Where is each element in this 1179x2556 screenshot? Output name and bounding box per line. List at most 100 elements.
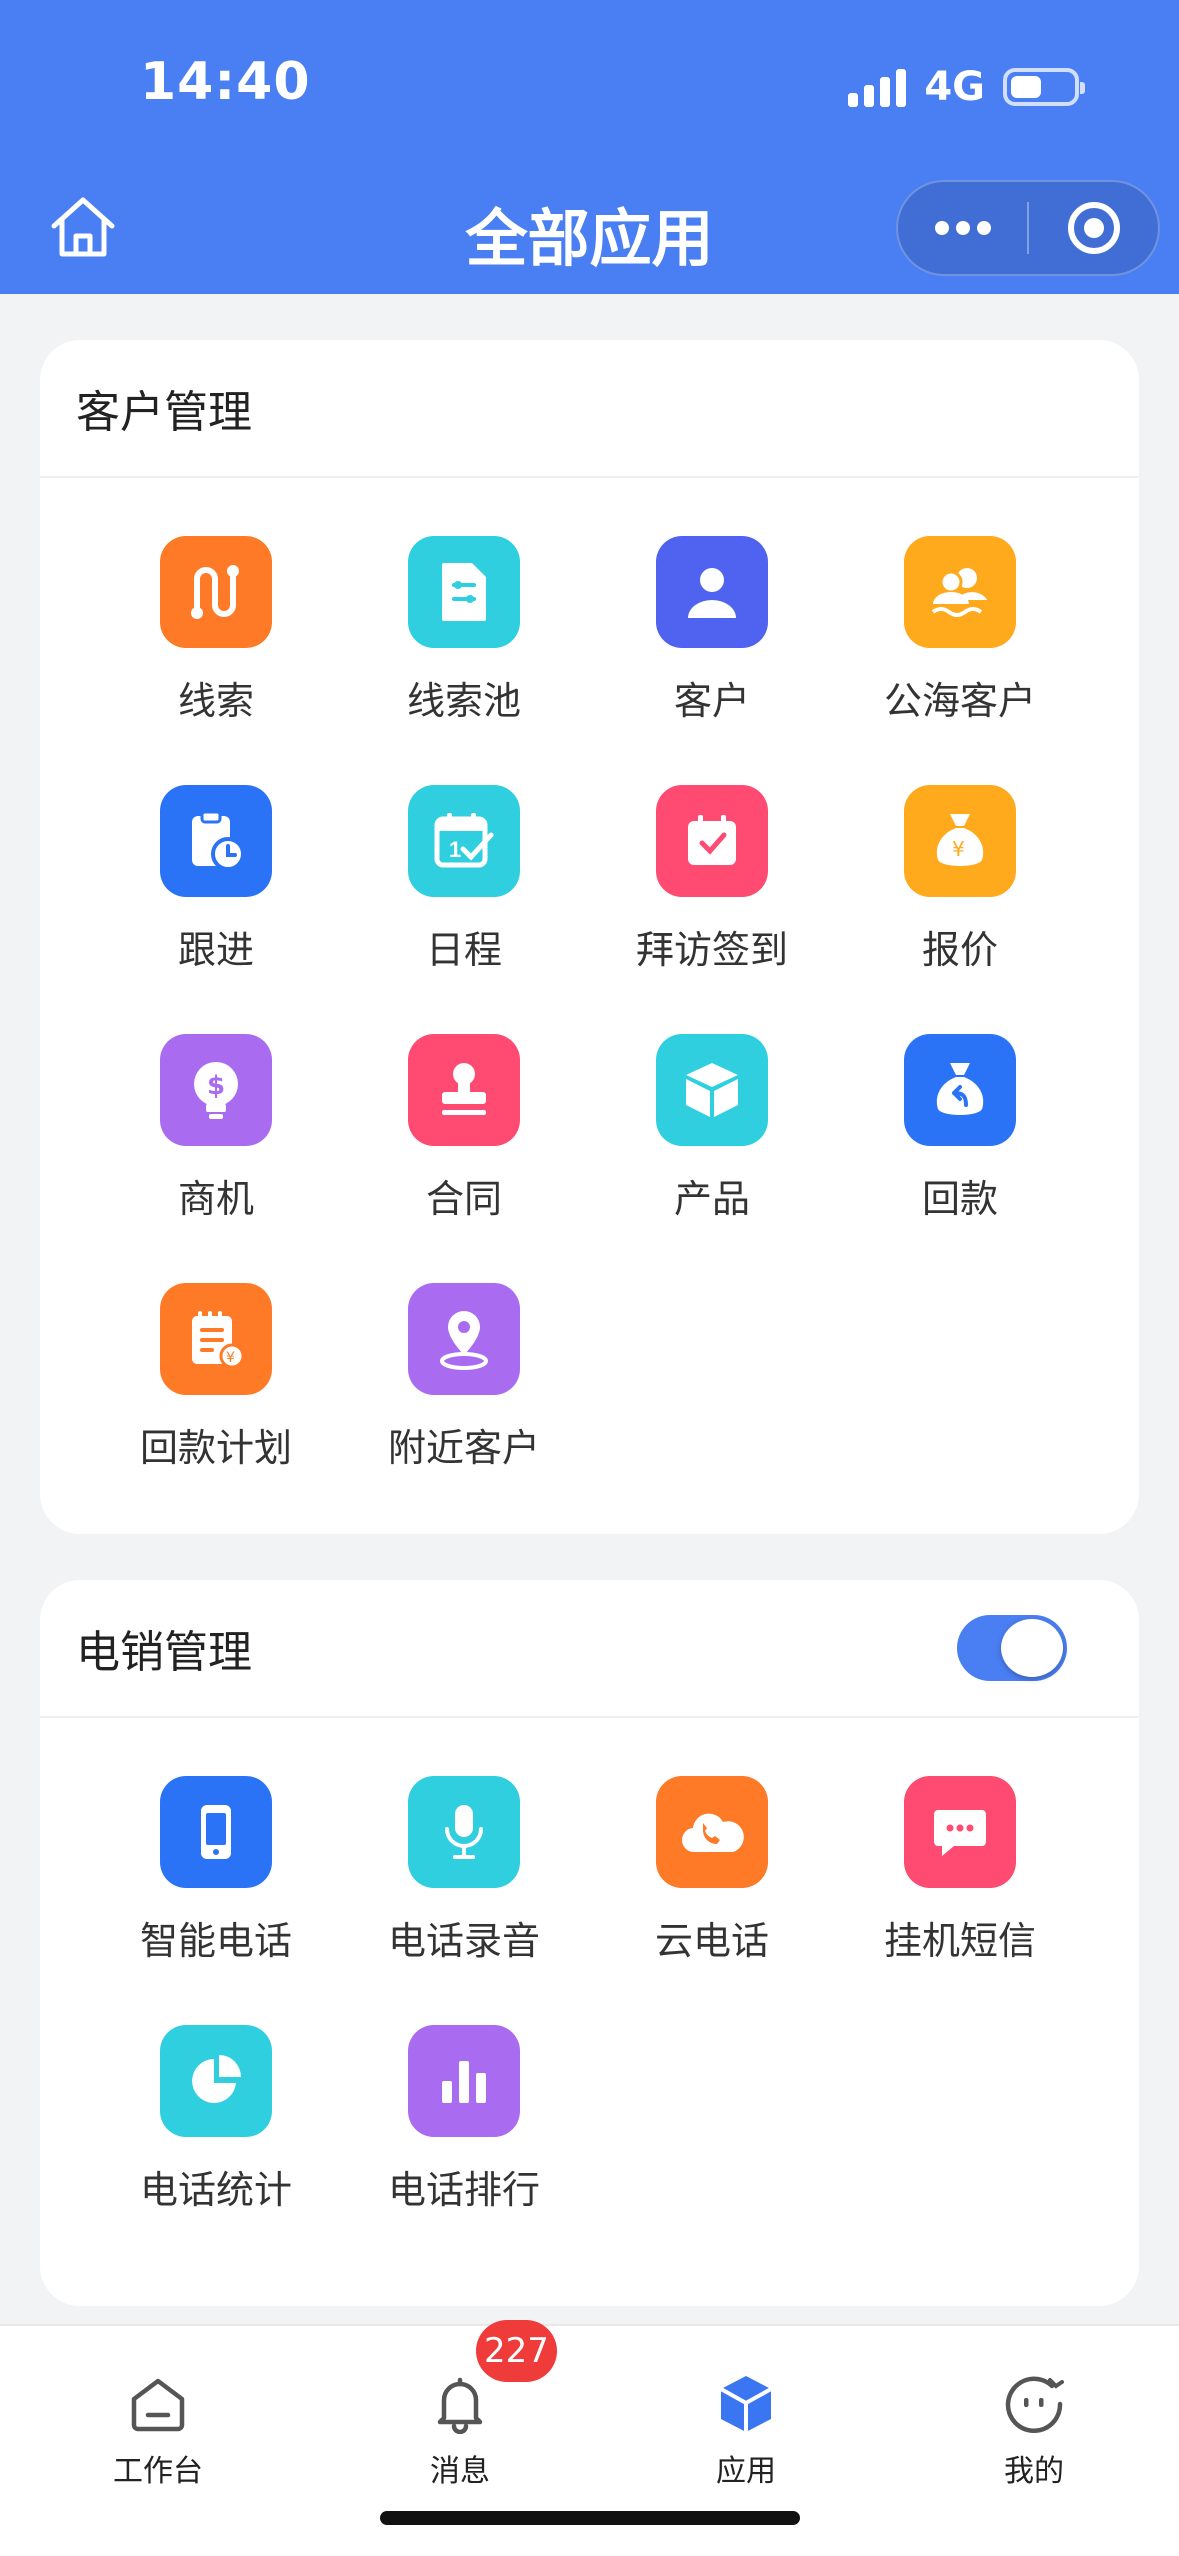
tab-me[interactable]: 我的 [934, 2372, 1134, 2490]
box-icon [656, 1034, 768, 1146]
bell-icon [428, 2372, 492, 2436]
bar-chart-icon [408, 2025, 520, 2137]
app-label: 跟进 [177, 928, 254, 972]
message-count-badge: 227 [476, 2320, 557, 2382]
people-wave-icon [904, 536, 1016, 648]
smile-face-icon [1002, 2372, 1066, 2436]
app-label: 云电话 [654, 1919, 769, 1963]
target-icon [1067, 202, 1120, 254]
app-item-schedule[interactable]: 1 日程 [340, 785, 588, 1034]
app-label: 产品 [673, 1177, 750, 1221]
mini-program-capsule [896, 180, 1160, 276]
app-item-customers[interactable]: 客户 [588, 536, 836, 785]
app-label: 商机 [177, 1177, 254, 1221]
document-settings-icon [408, 536, 520, 648]
app-label: 回款计划 [139, 1426, 292, 1470]
app-item-payment-plan[interactable]: ¥ 回款计划 [92, 1283, 340, 1532]
app-label: 电话排行 [387, 2168, 540, 2212]
app-item-lead-pool[interactable]: 线索池 [340, 536, 588, 785]
svg-text:¥: ¥ [226, 1350, 235, 1366]
money-bag-return-icon [904, 1034, 1016, 1146]
toggle-knob [1001, 1619, 1063, 1677]
calendar-check-icon: 1 [408, 785, 520, 897]
stamp-icon [408, 1034, 520, 1146]
telesales-toggle[interactable] [957, 1615, 1067, 1681]
tab-apps[interactable]: 应用 [646, 2372, 846, 2490]
clipboard-clock-icon [160, 785, 272, 897]
section-title: 客户管理 [76, 387, 252, 438]
tab-label: 消息 [430, 2454, 490, 2489]
app-label: 客户 [673, 679, 750, 723]
more-dots-icon [934, 221, 991, 235]
app-label: 电话录音 [387, 1919, 540, 1963]
app-item-contract[interactable]: 合同 [340, 1034, 588, 1283]
app-grid: 智能电话 电话录音 云电话 挂机短信 电话统计 电话排行 [40, 1718, 1139, 2274]
telesales-management-card: 电销管理 智能电话 电话录音 云电话 挂机短信 电话统计 电话排行 [40, 1580, 1139, 2306]
app-item-visit-checkin[interactable]: 拜访签到 [588, 785, 836, 1034]
app-grid: 线索 线索池 客户 公海客户 跟进 1 日程 拜访签到 ¥ 报价 $ 商机 合同… [40, 478, 1139, 1532]
app-label: 日程 [425, 928, 502, 972]
app-item-smart-phone[interactable]: 智能电话 [92, 1776, 340, 2025]
location-pin-icon [408, 1283, 520, 1395]
app-item-call-statistics[interactable]: 电话统计 [92, 2025, 340, 2274]
cloud-phone-icon [656, 1776, 768, 1888]
app-item-nearby-customers[interactable]: 附近客户 [340, 1283, 588, 1532]
network-type: 4G [924, 64, 985, 110]
more-button[interactable] [898, 182, 1027, 274]
app-item-hangup-sms[interactable]: 挂机短信 [836, 1776, 1084, 2025]
svg-text:¥: ¥ [952, 837, 965, 861]
microphone-icon [408, 1776, 520, 1888]
app-label: 电话统计 [139, 2168, 292, 2212]
close-mini-program-button[interactable] [1029, 182, 1158, 274]
app-item-leads[interactable]: 线索 [92, 536, 340, 785]
notepad-yen-icon: ¥ [160, 1283, 272, 1395]
person-icon [656, 536, 768, 648]
app-label: 合同 [425, 1177, 502, 1221]
chat-bubble-icon [904, 1776, 1016, 1888]
svg-text:1: 1 [449, 837, 461, 862]
money-bag-yen-icon: ¥ [904, 785, 1016, 897]
tab-label: 我的 [1004, 2454, 1064, 2489]
tab-messages[interactable]: 消息 [360, 2372, 560, 2490]
app-item-opportunity[interactable]: $ 商机 [92, 1034, 340, 1283]
header: 14:40 4G 全部应用 [0, 0, 1179, 294]
app-item-payments[interactable]: 回款 [836, 1034, 1084, 1283]
home-indicator[interactable] [380, 2511, 800, 2525]
battery-icon [1003, 68, 1085, 106]
home-icon [126, 2372, 190, 2436]
app-label: 公海客户 [883, 679, 1036, 723]
app-label: 拜访签到 [635, 928, 788, 972]
app-item-cloud-phone[interactable]: 云电话 [588, 1776, 836, 2025]
status-time: 14:40 [140, 52, 311, 112]
svg-text:$: $ [207, 1071, 225, 1101]
app-item-products[interactable]: 产品 [588, 1034, 836, 1283]
tab-label: 应用 [716, 2454, 776, 2489]
pie-chart-icon [160, 2025, 272, 2137]
section-title: 电销管理 [76, 1627, 252, 1678]
app-label: 附近客户 [387, 1426, 540, 1470]
lightbulb-dollar-icon: $ [160, 1034, 272, 1146]
smartphone-icon [160, 1776, 272, 1888]
app-label: 回款 [921, 1177, 998, 1221]
customer-management-card: 客户管理 线索 线索池 客户 公海客户 跟进 1 日程 拜访签到 ¥ 报价 $ … [40, 340, 1139, 1534]
app-screen: 14:40 4G 全部应用 客户管理 线索 线索池 客户 公海客户 跟进 1 日… [0, 0, 1179, 2556]
app-label: 线索池 [406, 679, 521, 723]
app-item-follow-up[interactable]: 跟进 [92, 785, 340, 1034]
app-label: 挂机短信 [883, 1919, 1036, 1963]
app-item-public-customers[interactable]: 公海客户 [836, 536, 1084, 785]
card-header: 电销管理 [40, 1580, 1139, 1718]
app-label: 报价 [921, 928, 998, 972]
tab-label: 工作台 [113, 2454, 203, 2489]
tab-workbench[interactable]: 工作台 [58, 2372, 258, 2490]
app-label: 智能电话 [139, 1919, 292, 1963]
app-label: 线索 [177, 679, 254, 723]
route-icon [160, 536, 272, 648]
calendar-heart-icon [656, 785, 768, 897]
app-item-call-recording[interactable]: 电话录音 [340, 1776, 588, 2025]
card-header: 客户管理 [40, 340, 1139, 478]
app-item-quotation[interactable]: ¥ 报价 [836, 785, 1084, 1034]
app-item-call-ranking[interactable]: 电话排行 [340, 2025, 588, 2274]
signal-icon [848, 67, 907, 107]
status-indicators: 4G [848, 62, 1085, 112]
cube-icon [714, 2372, 778, 2436]
